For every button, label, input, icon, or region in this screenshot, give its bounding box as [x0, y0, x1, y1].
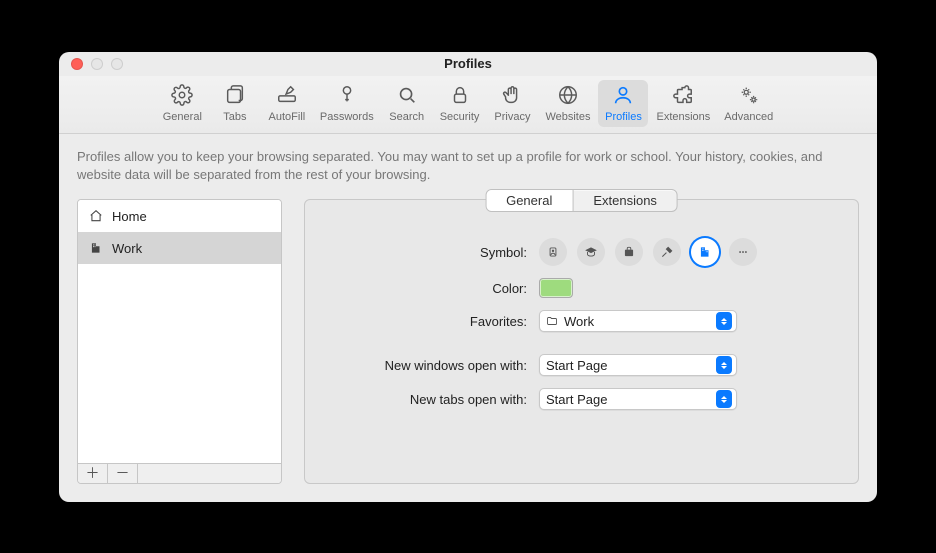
- minimize-window-button[interactable]: [91, 58, 103, 70]
- key-icon: [336, 84, 358, 109]
- new-windows-dropdown[interactable]: Start Page: [539, 354, 737, 376]
- puzzle-icon: [672, 84, 694, 109]
- tabs-icon: [224, 84, 246, 109]
- toolbar-item-websites[interactable]: Websites: [539, 80, 596, 127]
- toolbar-item-profiles[interactable]: Profiles: [598, 80, 648, 127]
- preferences-toolbar: General Tabs AutoFill Passwords Search S…: [59, 76, 877, 134]
- folder-icon: [546, 314, 560, 328]
- toolbar-item-general[interactable]: General: [157, 80, 208, 127]
- dropdown-value: Start Page: [546, 392, 716, 407]
- new-windows-label: New windows open with:: [329, 358, 539, 373]
- detail-segmented-control: General Extensions: [485, 189, 678, 212]
- symbol-option-id-card[interactable]: [539, 238, 567, 266]
- toolbar-item-security[interactable]: Security: [434, 80, 486, 127]
- color-label: Color:: [329, 281, 539, 296]
- gear-icon: [171, 84, 193, 109]
- hand-icon: [501, 84, 523, 109]
- toolbar-item-privacy[interactable]: Privacy: [487, 80, 537, 127]
- window-title: Profiles: [71, 56, 865, 71]
- toolbar-item-extensions[interactable]: Extensions: [650, 80, 716, 127]
- pencil-field-icon: [276, 84, 298, 109]
- symbol-option-graduation[interactable]: [577, 238, 605, 266]
- traffic-lights: [71, 58, 123, 70]
- person-icon: [612, 84, 634, 109]
- symbol-option-more[interactable]: [729, 238, 757, 266]
- symbol-option-building[interactable]: [691, 238, 719, 266]
- toolbar-label: Tabs: [223, 111, 246, 123]
- toolbar-label: Security: [440, 111, 480, 123]
- toolbar-item-autofill[interactable]: AutoFill: [262, 80, 312, 127]
- dropdown-value: Work: [564, 314, 716, 329]
- dropdown-arrows-icon: [716, 312, 732, 330]
- toolbar-label: Passwords: [320, 111, 374, 123]
- content-area: Profiles allow you to keep your browsing…: [59, 134, 877, 502]
- color-well[interactable]: [539, 278, 573, 298]
- remove-profile-button[interactable]: －: [108, 464, 138, 483]
- home-icon: [88, 208, 104, 224]
- favorites-label: Favorites:: [329, 314, 539, 329]
- symbol-label: Symbol:: [329, 245, 539, 260]
- profiles-description: Profiles allow you to keep your browsing…: [77, 148, 857, 186]
- settings-window: Profiles General Tabs AutoFill Passwords…: [59, 52, 877, 502]
- search-icon: [396, 84, 418, 109]
- toolbar-item-advanced[interactable]: Advanced: [718, 80, 779, 127]
- titlebar: Profiles: [59, 52, 877, 76]
- profiles-list: Home Work: [78, 200, 281, 462]
- sidebar-item-label: Work: [112, 241, 142, 256]
- toolbar-label: AutoFill: [269, 111, 306, 123]
- dropdown-value: Start Page: [546, 358, 716, 373]
- symbol-option-briefcase[interactable]: [615, 238, 643, 266]
- seg-tab-extensions[interactable]: Extensions: [573, 190, 677, 211]
- profile-detail-panel: General Extensions Symbol:: [304, 199, 859, 483]
- new-tabs-label: New tabs open with:: [329, 392, 539, 407]
- seg-tab-general[interactable]: General: [486, 190, 573, 211]
- toolbar-label: Search: [389, 111, 424, 123]
- toolbar-label: Extensions: [656, 111, 710, 123]
- sidebar-footer: ＋ －: [78, 463, 281, 483]
- sidebar-item-work[interactable]: Work: [78, 232, 281, 264]
- profiles-sidebar: Home Work ＋ －: [77, 199, 282, 483]
- lock-icon: [449, 84, 471, 109]
- sidebar-item-home[interactable]: Home: [78, 200, 281, 232]
- profile-form: Symbol: Color:: [329, 238, 834, 410]
- toolbar-label: General: [163, 111, 202, 123]
- toolbar-item-tabs[interactable]: Tabs: [210, 80, 260, 127]
- toolbar-label: Privacy: [494, 111, 530, 123]
- symbol-picker: [539, 238, 757, 266]
- building-icon: [88, 240, 104, 256]
- toolbar-item-passwords[interactable]: Passwords: [314, 80, 380, 127]
- favorites-dropdown[interactable]: Work: [539, 310, 737, 332]
- dropdown-arrows-icon: [716, 356, 732, 374]
- toolbar-label: Advanced: [724, 111, 773, 123]
- toolbar-item-search[interactable]: Search: [382, 80, 432, 127]
- toolbar-label: Websites: [545, 111, 590, 123]
- sidebar-item-label: Home: [112, 209, 147, 224]
- new-tabs-dropdown[interactable]: Start Page: [539, 388, 737, 410]
- gears-icon: [738, 84, 760, 109]
- add-profile-button[interactable]: ＋: [78, 464, 108, 483]
- toolbar-label: Profiles: [605, 111, 642, 123]
- zoom-window-button[interactable]: [111, 58, 123, 70]
- close-window-button[interactable]: [71, 58, 83, 70]
- symbol-option-hammer[interactable]: [653, 238, 681, 266]
- globe-icon: [557, 84, 579, 109]
- dropdown-arrows-icon: [716, 390, 732, 408]
